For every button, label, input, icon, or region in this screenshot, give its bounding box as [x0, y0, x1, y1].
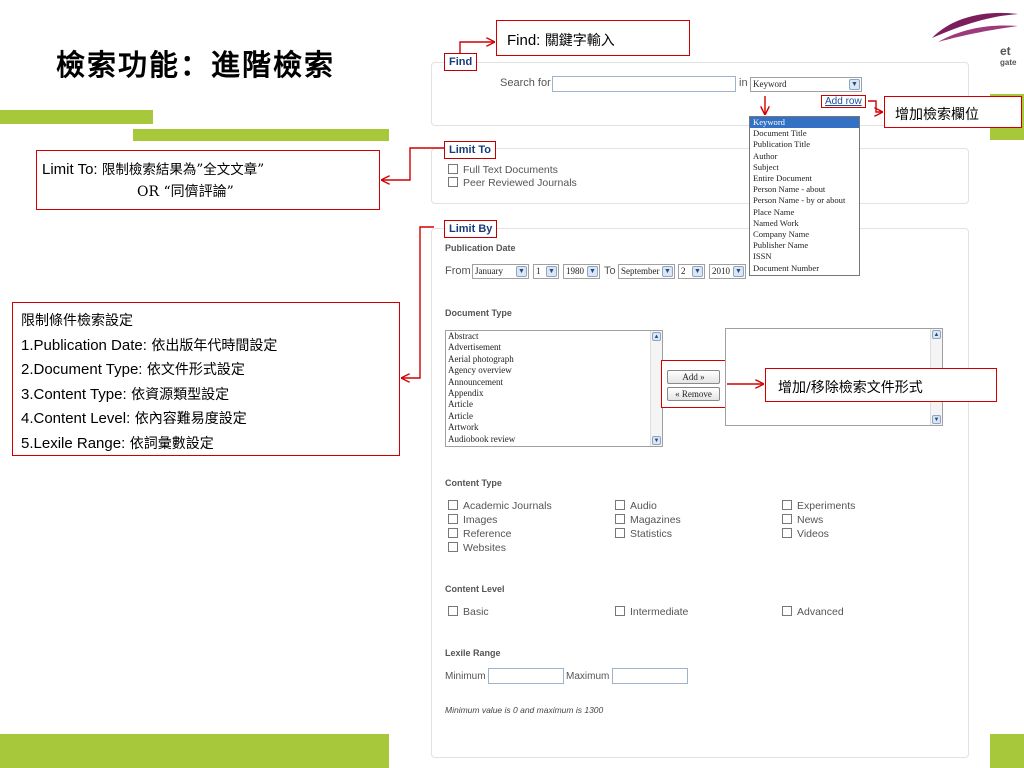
limit-by-arrow	[402, 226, 434, 378]
annotation-arrows	[0, 0, 1024, 768]
add-field-arrow	[868, 100, 882, 112]
limit-to-arrow	[382, 147, 444, 180]
find-arrow	[459, 42, 494, 53]
